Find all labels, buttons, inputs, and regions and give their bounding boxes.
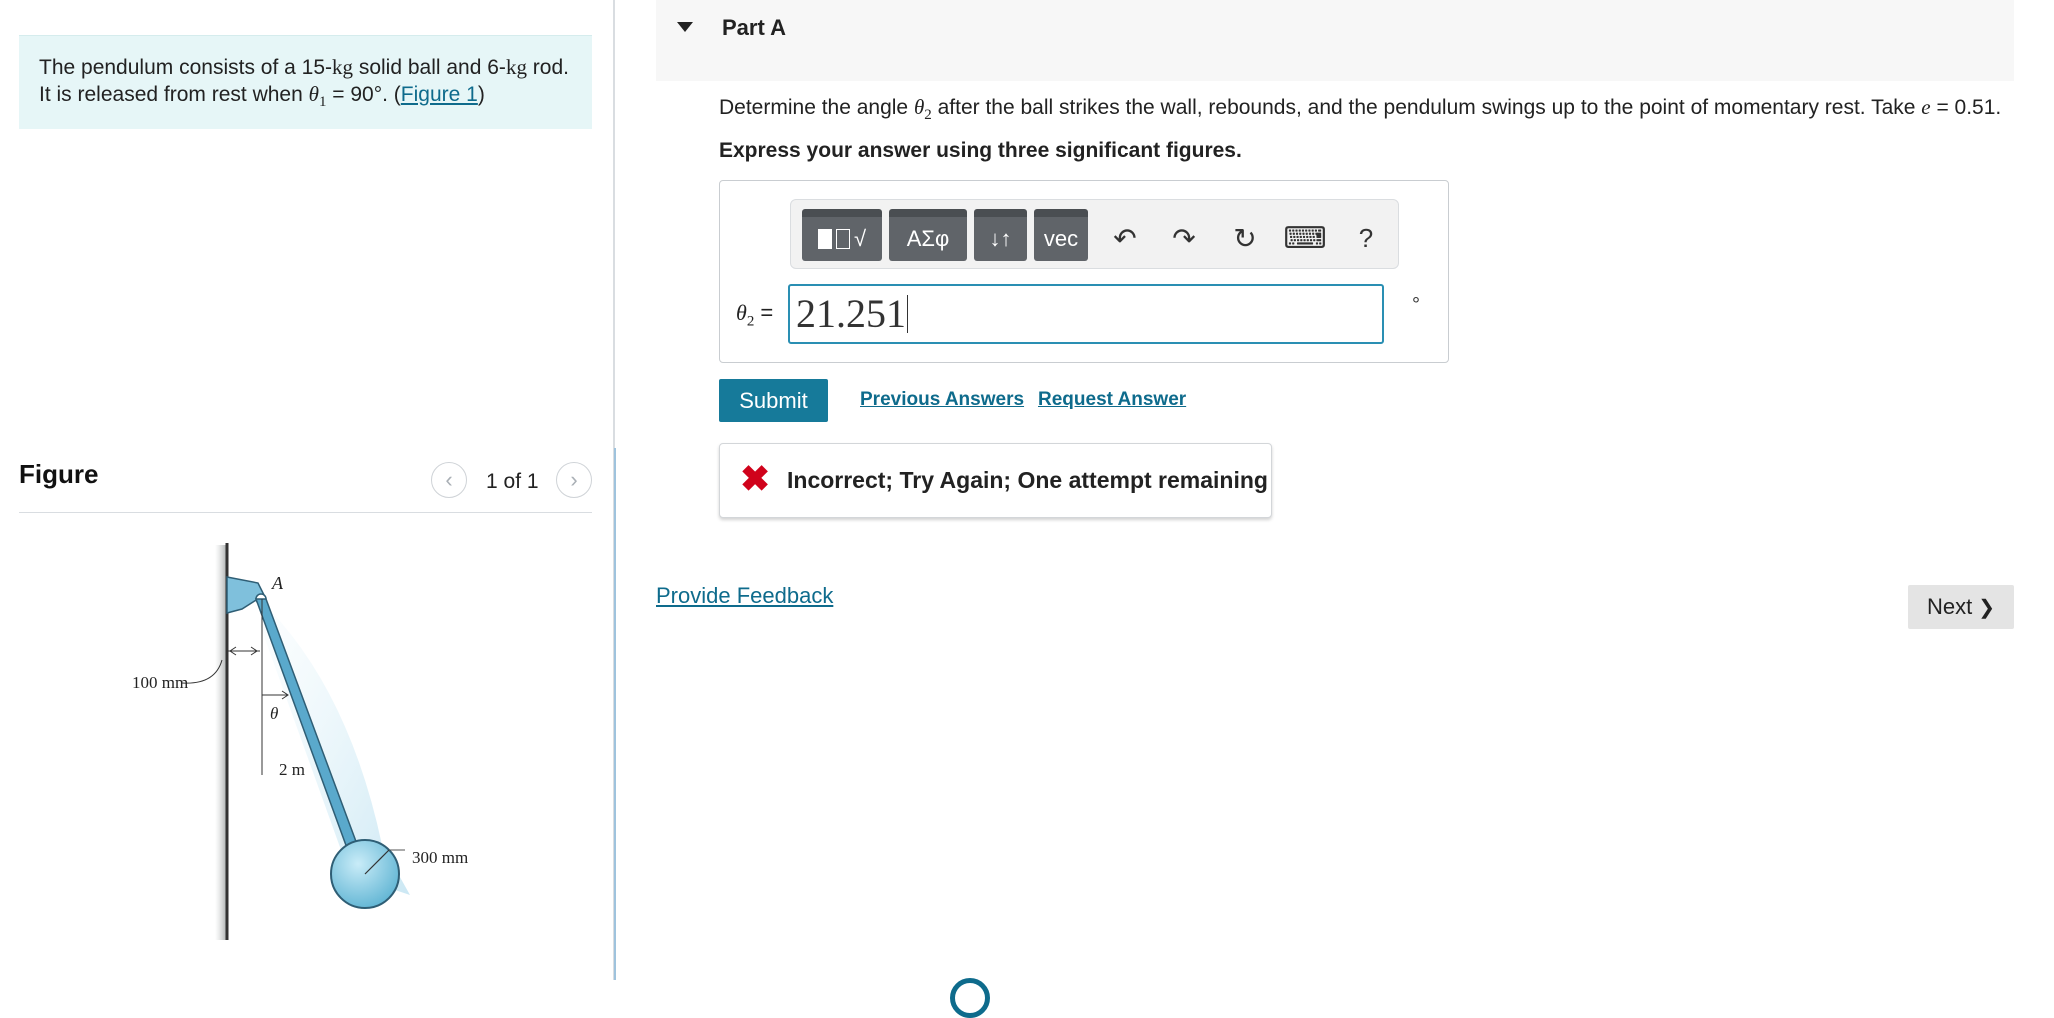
help-icon[interactable]: ? bbox=[1346, 218, 1386, 258]
caret-down-icon[interactable] bbox=[677, 22, 693, 32]
pearson-logo-icon bbox=[950, 978, 990, 1018]
figure-next-button[interactable]: › bbox=[556, 462, 592, 498]
submit-button[interactable]: Submit bbox=[719, 379, 828, 422]
question-text: Determine the angle θ2 after the ball st… bbox=[719, 95, 2002, 124]
greek-symbols-button[interactable]: ΑΣφ bbox=[889, 209, 967, 261]
label-rod-length: 2 m bbox=[279, 760, 305, 779]
request-answer-link[interactable]: Request Answer bbox=[1038, 389, 1186, 411]
previous-answers-link[interactable]: Previous Answers bbox=[860, 389, 1024, 411]
undo-icon[interactable]: ↶ bbox=[1105, 218, 1145, 258]
figure-prev-button[interactable]: ‹ bbox=[431, 462, 467, 498]
greek-icon: ΑΣφ bbox=[906, 226, 950, 251]
chevron-right-icon: ❯ bbox=[1978, 596, 1995, 619]
text-caret bbox=[907, 295, 908, 333]
templates-button[interactable]: √ bbox=[802, 209, 882, 261]
label-angle: θ bbox=[270, 704, 278, 723]
panel-divider-accent bbox=[614, 448, 616, 980]
error-x-icon: ✖ bbox=[740, 458, 771, 499]
figure-title: Figure bbox=[19, 459, 99, 489]
part-title[interactable]: Part A bbox=[722, 15, 786, 41]
fraction-root-icon: √ bbox=[817, 226, 866, 252]
unit-label: ° bbox=[1412, 294, 1420, 316]
vec-icon: vec bbox=[1043, 226, 1079, 251]
answer-input[interactable]: 21.251 bbox=[788, 284, 1384, 344]
arrows-button[interactable]: ↓↑ bbox=[974, 209, 1027, 261]
reset-icon[interactable]: ↻ bbox=[1225, 218, 1265, 258]
vector-button[interactable]: vec bbox=[1034, 209, 1088, 261]
wall-shading bbox=[215, 545, 227, 940]
next-button[interactable]: Next ❯ bbox=[1908, 585, 2014, 629]
part-header[interactable] bbox=[656, 0, 2014, 81]
label-ball-radius: 300 mm bbox=[412, 848, 468, 867]
label-pivot: A bbox=[271, 573, 284, 593]
figure-counter: 1 of 1 bbox=[486, 470, 539, 493]
feedback-message: Incorrect; Try Again; One attempt remain… bbox=[787, 467, 1268, 493]
keyboard-icon[interactable]: ⌨ bbox=[1283, 218, 1326, 258]
chevron-right-icon: › bbox=[570, 467, 578, 492]
instruction-text: Express your answer using three signific… bbox=[719, 139, 1242, 162]
problem-line-2: It is released from rest when θ1 = 90°. … bbox=[39, 82, 485, 111]
provide-feedback-link[interactable]: Provide Feedback bbox=[656, 583, 833, 609]
arrows-icon: ↓↑ bbox=[989, 226, 1012, 251]
redo-icon[interactable]: ↷ bbox=[1164, 218, 1204, 258]
pendulum-figure: A 100 mm θ 2 m 300 mm bbox=[132, 543, 468, 940]
problem-line-1: The pendulum consists of a 15-kg solid b… bbox=[39, 55, 569, 79]
figure-divider bbox=[19, 512, 592, 513]
problem-statement: The pendulum consists of a 15-kg solid b… bbox=[19, 35, 592, 129]
answer-variable-label: θ2 = bbox=[736, 300, 774, 330]
figure-link[interactable]: Figure 1 bbox=[401, 83, 478, 106]
label-offset: 100 mm bbox=[132, 673, 188, 692]
chevron-left-icon: ‹ bbox=[445, 467, 453, 492]
